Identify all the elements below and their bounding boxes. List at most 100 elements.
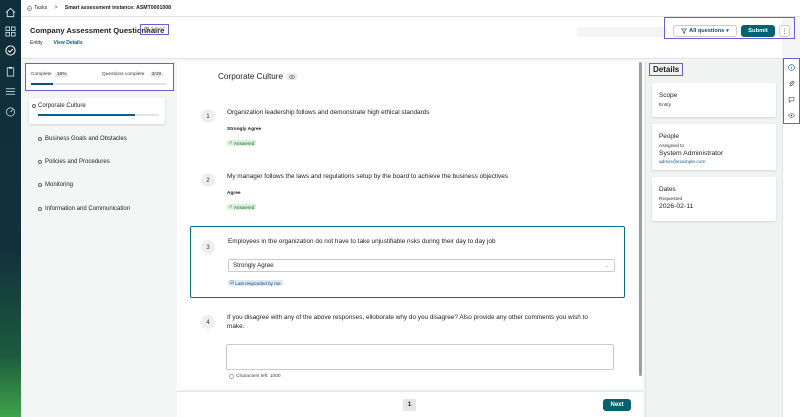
section-label: Corporate Culture [38, 103, 86, 109]
section-label: Information and Communication [45, 206, 131, 212]
more-options-button[interactable]: ⋮ [779, 25, 790, 37]
home-icon[interactable] [3, 5, 18, 20]
eye-icon[interactable] [287, 73, 298, 80]
entity-label: Entity [30, 40, 43, 46]
chevron-down-icon: ⌄ [604, 263, 609, 269]
answered-badge: ✓ Answered [227, 140, 257, 146]
last-responded-badge: ☑ Last responded by me [228, 280, 283, 286]
header-placeholder [577, 27, 667, 37]
details-panel: Details Scope Entity People Assigned to … [645, 61, 782, 417]
right-icon-rail [782, 58, 800, 417]
breadcrumb-tasks[interactable]: Tasks [27, 5, 47, 11]
section-label: Monitoring [45, 182, 74, 188]
answered-badge: ✓ Answered [227, 204, 257, 210]
saved-label: Saved [151, 27, 165, 32]
people-card: People Assigned to System Administrator … [652, 124, 776, 170]
assigned-to-label: Assigned to [659, 144, 685, 149]
answered-label: Answered [233, 140, 255, 146]
breadcrumb-tasks-label[interactable]: Tasks [34, 5, 47, 11]
characters-left-label: Characters left: 1000 [236, 374, 281, 379]
dates-title: Dates [659, 186, 676, 193]
questions-summary: Questions complete 3/19 [102, 72, 164, 77]
eye-icon[interactable] [787, 111, 796, 120]
assignee-email-link[interactable]: admin@example.com [659, 160, 705, 165]
speed-icon[interactable] [3, 104, 18, 119]
scrollbar[interactable] [639, 62, 642, 376]
scope-card: Scope Entity [652, 83, 776, 117]
section-status-icon [38, 137, 42, 141]
tasks-icon [27, 5, 32, 11]
left-nav-rail [0, 0, 21, 417]
grid-icon[interactable] [3, 24, 18, 39]
check-icon: ✓ [229, 204, 233, 209]
question-number: 1 [201, 109, 215, 123]
breadcrumb-instance: Smart assessment instance: ASMT0001008 [64, 5, 171, 11]
section-label: Policies and Procedures [45, 159, 110, 165]
scope-title: Scope [659, 92, 678, 99]
submit-button[interactable]: Submit [741, 25, 775, 37]
requested-date: 2026-02-11 [659, 203, 694, 210]
question-text: My manager follows the laws and regulati… [227, 173, 508, 180]
pagination-footer: 1 Next [177, 391, 643, 417]
breadcrumb-separator: > [54, 5, 58, 11]
view-details-link[interactable]: View Details [54, 40, 83, 46]
question-text: If you disagree with any of the above re… [227, 314, 588, 330]
section-monitoring[interactable]: Monitoring [38, 182, 73, 188]
progress-summary: Complete 16% Questions complete 3/19 [25, 63, 174, 91]
filter-icon [681, 28, 688, 34]
answer-select[interactable]: Strongly Agree ⌄ [228, 259, 615, 272]
comment-textarea[interactable] [226, 344, 614, 370]
section-title-text: Corporate Culture [218, 72, 284, 81]
comment-icon[interactable] [787, 95, 796, 104]
questions-complete-count: 3/19 [149, 72, 164, 77]
section-navigation: Complete 16% Questions complete 3/19 Cor… [21, 61, 175, 417]
scope-value: Entity [659, 103, 671, 108]
complete-percent: 16% [54, 72, 69, 77]
question-number: 2 [201, 173, 215, 187]
check-circle-icon[interactable] [3, 43, 18, 58]
attachment-icon[interactable] [787, 79, 796, 88]
questions-complete-label: Questions complete [102, 72, 145, 77]
details-title: Details [649, 63, 684, 76]
requested-label: Requested [659, 197, 683, 202]
answer-select-value: Strongly Agree [233, 262, 274, 269]
save-icon [144, 27, 149, 32]
info-small-icon [229, 374, 234, 379]
question-card-active: 3 Employees in the organization do not h… [190, 226, 625, 298]
list-icon[interactable] [3, 84, 18, 99]
chevron-down-icon: ▾ [726, 28, 729, 34]
check-icon: ✓ [229, 140, 233, 145]
page-1-button[interactable]: 1 [403, 399, 416, 411]
info-icon[interactable] [787, 63, 796, 72]
dates-card: Dates Requested 2026-02-11 [652, 177, 776, 221]
question-number: 3 [201, 240, 215, 254]
progress-bar [31, 83, 167, 85]
last-responded-label: Last responded by me [235, 280, 281, 286]
section-status-icon [32, 104, 36, 108]
complete-label: Complete [31, 72, 52, 77]
next-button[interactable]: Next [603, 399, 631, 411]
check-square-icon: ☑ [230, 280, 235, 285]
people-title: People [659, 133, 679, 140]
saved-status: Saved [140, 24, 169, 35]
section-business-goals[interactable]: Business Goals and Obstacles [38, 136, 127, 142]
section-status-icon [38, 183, 42, 187]
assignee-name: System Administrator [659, 150, 724, 157]
all-questions-label: All questions [689, 28, 725, 34]
section-status-icon [38, 160, 42, 164]
question-panel: Corporate Culture 1 Organization leaders… [177, 61, 643, 389]
complete-summary: Complete 16% [31, 72, 69, 77]
clipboard-icon[interactable] [3, 64, 18, 79]
characters-left: Characters left: 1000 [229, 374, 281, 379]
page-header: Company Assessment Questionnaire Saved E… [21, 17, 795, 59]
section-progress-bar [38, 114, 159, 116]
question-text: Employees in the organization do not hav… [228, 238, 496, 245]
section-progress-fill [38, 114, 135, 116]
answered-label: Answered [233, 204, 255, 210]
all-questions-filter[interactable]: All questions ▾ [673, 25, 737, 37]
question-answer: Strongly Agree [227, 127, 262, 132]
section-policies[interactable]: Policies and Procedures [38, 159, 110, 165]
section-corporate-culture[interactable]: Corporate Culture [29, 98, 165, 124]
section-information-communication[interactable]: Information and Communication [38, 206, 130, 212]
breadcrumb: Tasks > Smart assessment instance: ASMT0… [21, 0, 800, 17]
